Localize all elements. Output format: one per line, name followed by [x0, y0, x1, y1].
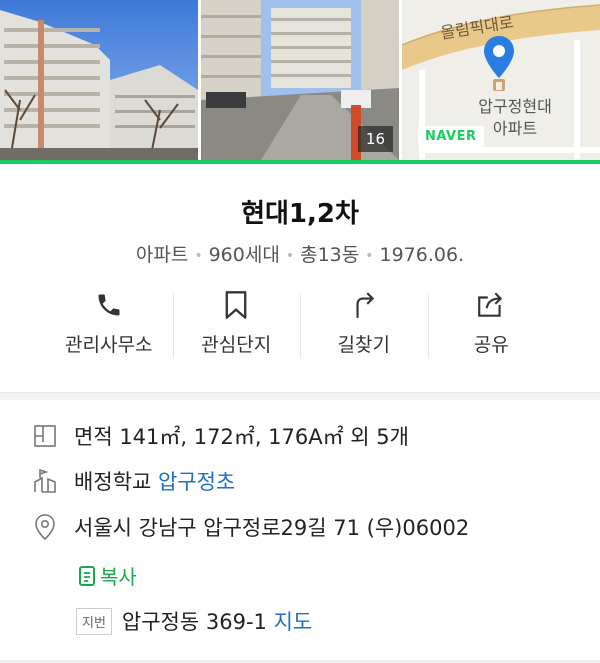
naver-logo: NAVER [418, 126, 484, 147]
section-divider [0, 392, 600, 400]
school-link[interactable]: 압구정초 [158, 466, 235, 496]
copy-address-button[interactable]: 복사 [78, 561, 137, 590]
office-call-label: 관리사무소 [65, 334, 153, 356]
apartment-photo-1[interactable] [0, 0, 198, 160]
floorplan-icon [34, 425, 56, 447]
apartment-marker-icon [493, 79, 505, 91]
photo-strip: 16 올림픽대로 압구정현대 아파트 NAVER [0, 0, 600, 160]
jibun-row: 지번 압구정동 369-1 지도 [76, 606, 312, 636]
school-row: 배정학교 압구정초 [30, 466, 235, 496]
bookmark-icon [225, 291, 247, 319]
apartment-photo-2[interactable]: 16 [201, 0, 399, 160]
jibun-address: 압구정동 369-1 [121, 610, 267, 634]
directions-button[interactable]: 길찾기 [300, 288, 428, 368]
area-row: 면적 141㎡, 172㎡, 176A㎡ 외 5개 [30, 421, 409, 451]
address-row: 서울시 강남구 압구정로29길 71 (우)06002 [30, 512, 469, 542]
school-label: 배정학교 [74, 470, 152, 494]
complex-name: 현대1,2차 [241, 199, 359, 229]
school-icon [34, 468, 56, 493]
location-icon [35, 514, 55, 541]
directions-label: 길찾기 [337, 334, 390, 356]
map-thumbnail[interactable]: 올림픽대로 압구정현대 아파트 NAVER [402, 0, 600, 160]
favorite-complex-button[interactable]: 관심단지 [172, 288, 301, 368]
header-accent-line [0, 160, 600, 164]
photo-count-badge: 16 [357, 126, 393, 152]
directions-icon [356, 292, 374, 318]
map-link[interactable]: 지도 [274, 606, 313, 636]
area-text: 면적 141㎡, 172㎡, 176A㎡ 외 5개 [74, 425, 409, 449]
household-count: 960세대 [208, 244, 280, 266]
copy-label: 복사 [100, 565, 137, 589]
share-icon [478, 292, 503, 317]
action-bar: 관리사무소 관심단지 길찾기 공유 [45, 288, 555, 368]
share-button[interactable]: 공유 [427, 288, 556, 368]
location-pin-icon [484, 36, 514, 78]
complex-summary: 아파트 • 960세대 • 총13동 • 1976.06. [135, 244, 465, 266]
office-call-button[interactable]: 관리사무소 [45, 288, 173, 368]
built-date: 1976.06. [379, 244, 465, 266]
building-count: 총13동 [300, 244, 360, 266]
road-address: 서울시 강남구 압구정로29길 71 (우)06002 [74, 516, 470, 540]
jibun-tag: 지번 [76, 607, 112, 635]
copy-icon [79, 565, 95, 586]
share-label: 공유 [473, 334, 509, 356]
phone-icon [98, 294, 120, 316]
favorite-complex-label: 관심단지 [201, 334, 272, 356]
complex-type: 아파트 [135, 244, 189, 266]
